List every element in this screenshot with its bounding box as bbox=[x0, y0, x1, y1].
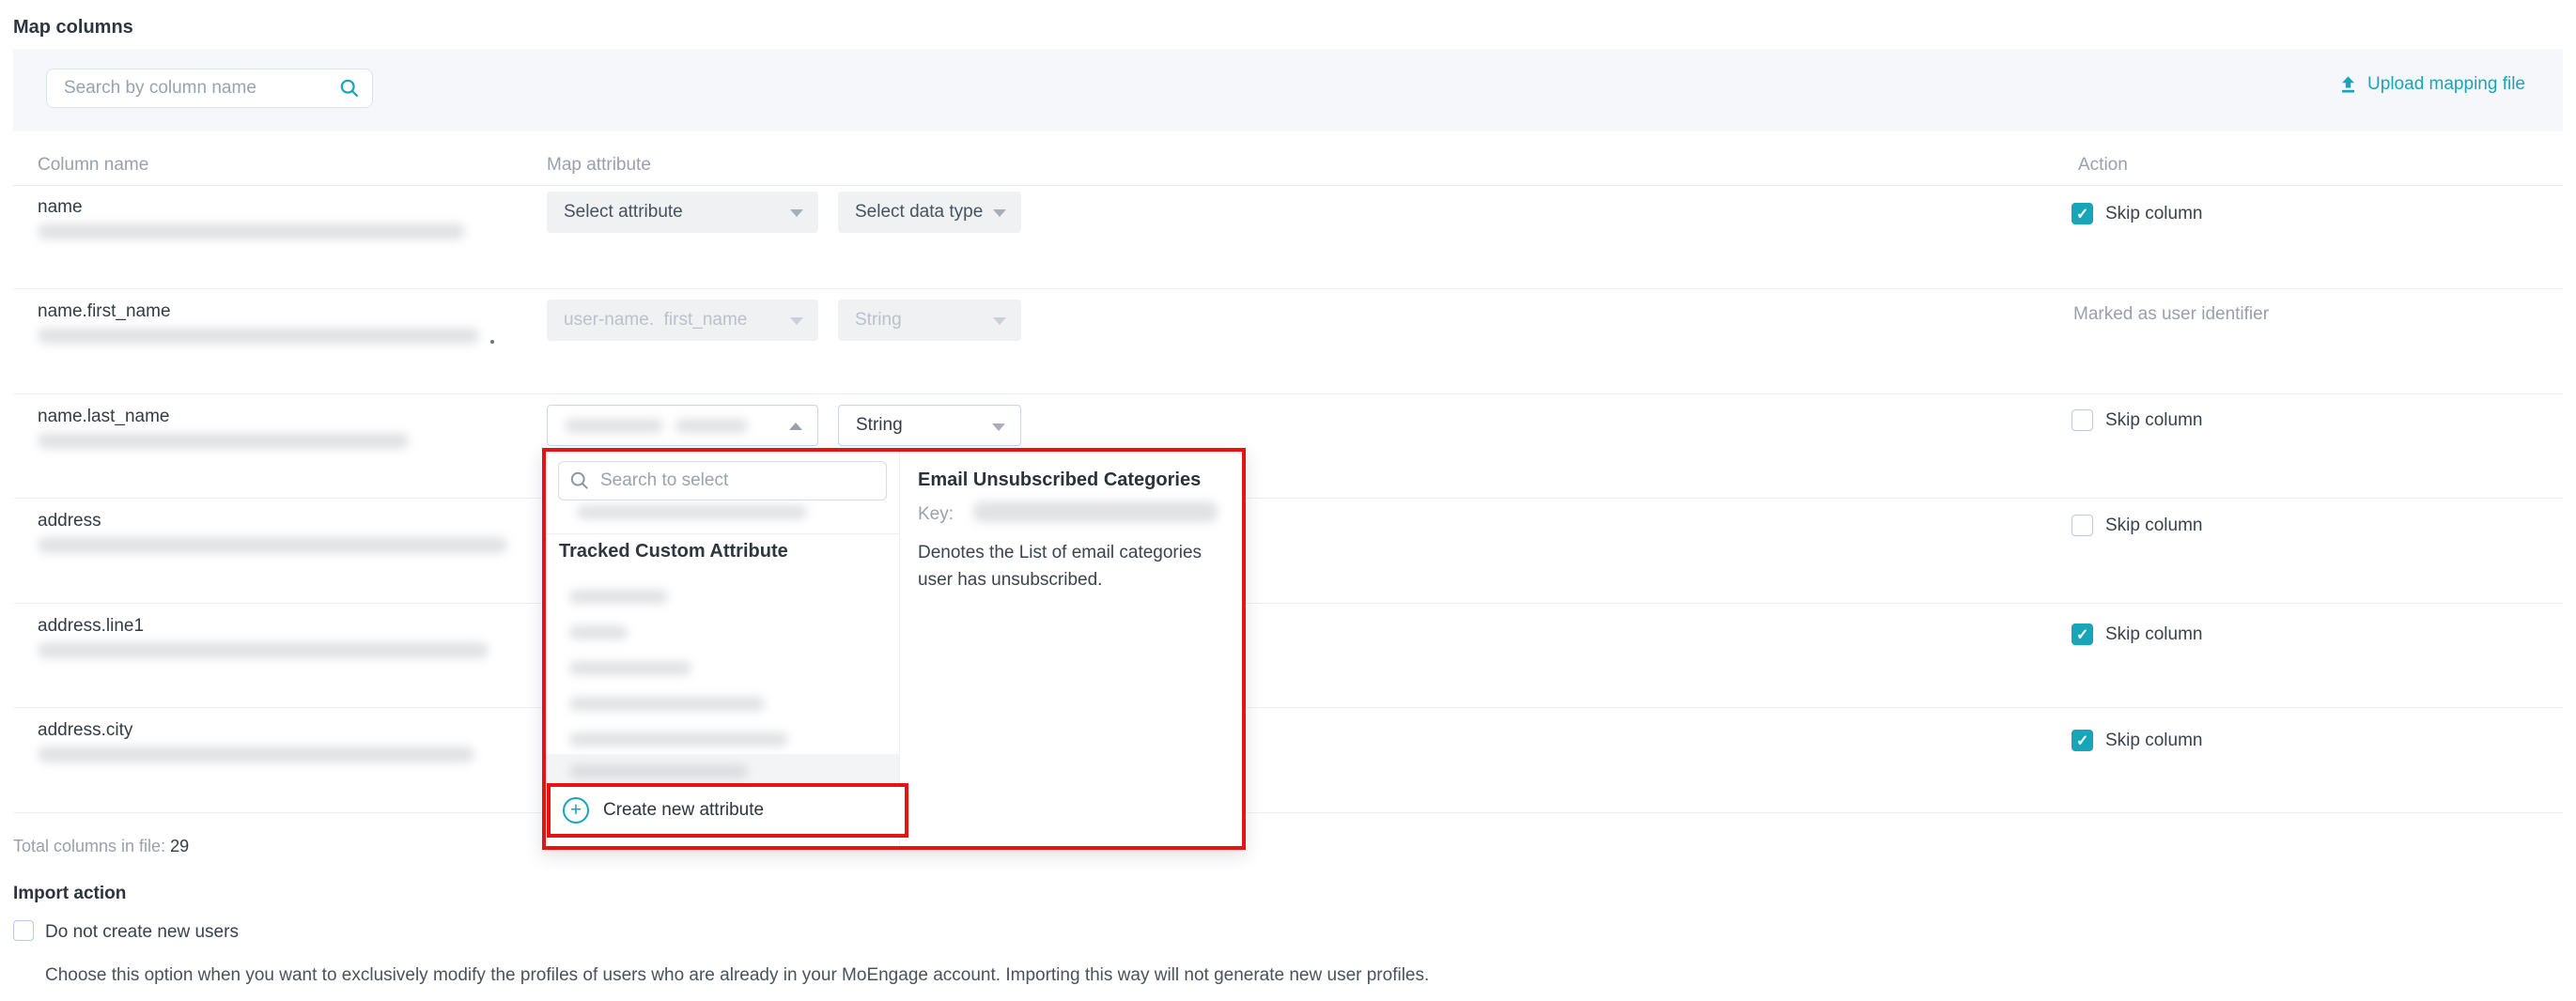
table-row: address Skip column bbox=[13, 499, 2563, 604]
skip-column-label: Skip column bbox=[2105, 516, 2203, 535]
skip-column-checkbox[interactable] bbox=[2072, 203, 2093, 224]
attribute-select[interactable]: Select attribute bbox=[547, 192, 818, 233]
redacted-key-value bbox=[973, 501, 1218, 522]
chevron-down-icon bbox=[790, 317, 803, 325]
data-type-select[interactable]: String bbox=[838, 405, 1021, 446]
attribute-option[interactable] bbox=[546, 686, 899, 721]
column-name-label: address.city bbox=[38, 720, 133, 740]
skip-column-label: Skip column bbox=[2105, 410, 2203, 430]
data-type-select-value: String bbox=[855, 310, 902, 330]
column-name-label: name.first_name bbox=[38, 301, 171, 321]
create-new-attribute-label: Create new attribute bbox=[603, 800, 765, 820]
dropdown-search-input[interactable] bbox=[558, 461, 887, 500]
redacted-selected-value bbox=[565, 418, 663, 433]
do-not-create-users-label: Do not create new users bbox=[45, 922, 239, 942]
skip-column-checkbox[interactable] bbox=[2072, 730, 2093, 751]
attribute-option[interactable] bbox=[546, 579, 899, 614]
redacted-sample-values bbox=[38, 747, 474, 762]
redacted-sample-values bbox=[38, 328, 479, 344]
upload-label: Upload mapping file bbox=[2367, 74, 2525, 94]
attribute-option[interactable] bbox=[546, 615, 899, 650]
table-row: name Select attribute Select data type S… bbox=[13, 185, 2563, 289]
attribute-detail-title: Email Unsubscribed Categories bbox=[918, 470, 1202, 490]
header-map-attribute: Map attribute bbox=[547, 155, 651, 175]
column-search bbox=[46, 69, 373, 108]
attribute-description: Denotes the List of email categories use… bbox=[918, 543, 1203, 590]
search-icon bbox=[339, 78, 360, 99]
column-search-input[interactable] bbox=[46, 69, 373, 108]
redacted-option-text bbox=[569, 661, 691, 675]
chevron-down-icon bbox=[790, 209, 803, 217]
table-row: name.last_name String Skip column bbox=[13, 394, 2563, 499]
text-dot bbox=[490, 340, 494, 344]
total-columns-label: Total columns in file: bbox=[13, 837, 166, 855]
do-not-create-users-checkbox[interactable] bbox=[13, 920, 34, 941]
skip-column-label: Skip column bbox=[2105, 731, 2203, 750]
column-name-label: name.last_name bbox=[38, 407, 170, 426]
total-columns: Total columns in file: 29 bbox=[13, 837, 189, 856]
attribute-select-value: Select attribute bbox=[564, 202, 683, 222]
upload-icon bbox=[2338, 75, 2358, 95]
attribute-select-value: user-name. first_name bbox=[564, 310, 748, 330]
dropdown-divider bbox=[546, 533, 899, 534]
chevron-up-icon bbox=[789, 423, 802, 430]
data-type-select[interactable]: Select data type bbox=[838, 192, 1021, 233]
page-title: Map columns bbox=[13, 17, 133, 38]
redacted-option-text bbox=[569, 625, 628, 639]
total-columns-value: 29 bbox=[170, 837, 190, 855]
skip-column-checkbox[interactable] bbox=[2072, 624, 2093, 645]
header-column-name: Column name bbox=[38, 155, 149, 175]
column-name-label: address.line1 bbox=[38, 616, 145, 636]
column-name-label: address bbox=[38, 511, 101, 531]
import-action-description: Choose this option when you want to excl… bbox=[45, 965, 1430, 985]
skip-column-label: Skip column bbox=[2105, 624, 2203, 644]
attribute-select-open[interactable] bbox=[547, 405, 818, 446]
marked-as-user-identifier-note: Marked as user identifier bbox=[2073, 304, 2270, 324]
skip-column-label: Skip column bbox=[2105, 204, 2203, 223]
chevron-down-icon bbox=[993, 317, 1006, 325]
dropdown-section-header: Tracked Custom Attribute bbox=[559, 541, 788, 562]
chevron-down-icon bbox=[993, 209, 1006, 217]
redacted-sample-values bbox=[38, 642, 489, 658]
redacted-option-text bbox=[569, 732, 788, 747]
skip-column-checkbox[interactable] bbox=[2072, 409, 2093, 431]
redacted-sample-values bbox=[38, 537, 507, 553]
toolbar: Upload mapping file bbox=[13, 49, 2563, 131]
create-new-attribute-button[interactable]: + Create new attribute bbox=[547, 783, 908, 838]
plus-icon: + bbox=[563, 797, 589, 824]
header-action: Action bbox=[2078, 155, 2128, 175]
data-type-select-disabled: String bbox=[838, 300, 1021, 341]
chevron-down-icon bbox=[992, 424, 1005, 431]
attribute-select-disabled: user-name. first_name bbox=[547, 300, 818, 341]
attribute-option[interactable] bbox=[546, 722, 899, 757]
redacted-option-text bbox=[569, 697, 765, 711]
import-action-heading: Import action bbox=[13, 884, 127, 903]
attribute-option-partial[interactable] bbox=[577, 505, 807, 519]
table-row: name.first_name user-name. first_name St… bbox=[13, 289, 2563, 394]
column-name-label: name bbox=[38, 197, 83, 217]
attribute-option[interactable] bbox=[546, 651, 899, 685]
redacted-selected-value bbox=[675, 418, 748, 433]
dropdown-search bbox=[558, 461, 887, 500]
attribute-key-label: Key: bbox=[918, 504, 954, 524]
table-row: address.line1 Skip column bbox=[13, 604, 2563, 708]
skip-column-checkbox[interactable] bbox=[2072, 515, 2093, 536]
redacted-sample-values bbox=[38, 433, 409, 449]
upload-mapping-file-button[interactable]: Upload mapping file bbox=[2338, 74, 2525, 95]
redacted-option-text bbox=[569, 764, 748, 778]
redacted-option-text bbox=[577, 505, 807, 519]
redacted-sample-values bbox=[38, 223, 465, 239]
data-type-select-value: String bbox=[856, 415, 903, 435]
map-columns-screen: Map columns Upload mapping file Column n… bbox=[0, 0, 2576, 1001]
table-row: address.city Skip column bbox=[13, 708, 2563, 813]
data-type-select-value: Select data type bbox=[855, 202, 984, 222]
redacted-option-text bbox=[569, 590, 668, 604]
search-icon bbox=[569, 470, 590, 491]
